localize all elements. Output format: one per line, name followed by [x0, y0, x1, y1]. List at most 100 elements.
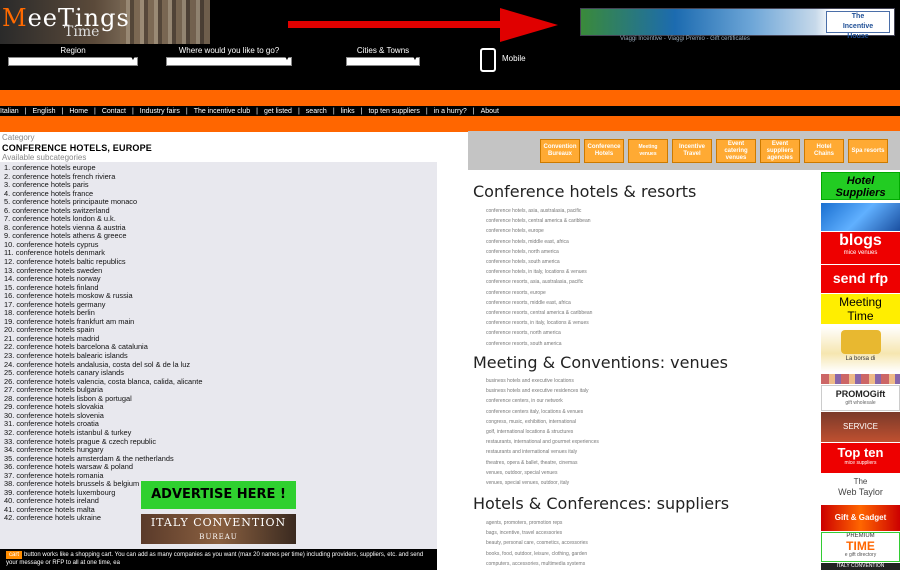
nav-link-about[interactable]: About: [481, 108, 499, 115]
service-ad[interactable]: SERVICE: [821, 412, 900, 442]
page: MeeTings Time The Incentive House Viaggi…: [0, 0, 900, 570]
directory-link[interactable]: conference hotels, central america & car…: [486, 216, 592, 226]
directory-link[interactable]: conference centers italy, locations & ve…: [486, 407, 599, 417]
blogs-ad[interactable]: blogs mice venues: [821, 232, 900, 264]
category-button-event-suppliers-agencies[interactable]: Event suppliers agencies: [760, 139, 800, 163]
incentive-house-banner[interactable]: The Incentive House: [580, 8, 895, 40]
nav-separator: |: [425, 107, 428, 115]
directory-link[interactable]: books, food, outdoor, leisure, clothing,…: [486, 549, 588, 559]
category-button-meeting-venues[interactable]: Meeting venues: [628, 139, 668, 163]
directory-link[interactable]: conference resorts, north america: [486, 328, 592, 338]
category-button-incentive-travel[interactable]: Incentive Travel: [672, 139, 712, 163]
orange-divider-top: [0, 90, 900, 106]
nav-separator: |: [131, 107, 134, 115]
directory-link[interactable]: conference hotels, south america: [486, 257, 592, 267]
nav-separator: |: [360, 107, 363, 115]
category-button-spa-resorts[interactable]: Spa resorts: [848, 139, 888, 163]
send-rfp-ad[interactable]: send rfp: [821, 265, 900, 293]
nav-separator: |: [94, 107, 96, 115]
briefcase-icon: [840, 330, 881, 354]
directory-link[interactable]: restaurants and international venues ita…: [486, 447, 599, 457]
directory-link[interactable]: computers, accessories, multimedia syste…: [486, 559, 588, 569]
mobile-phone-icon[interactable]: [480, 48, 496, 72]
site-header: MeeTings Time The Incentive House Viaggi…: [0, 0, 900, 90]
red-arrow-icon: [288, 8, 558, 42]
nav-link-home[interactable]: Home: [69, 108, 88, 115]
globe-ad[interactable]: [821, 203, 900, 231]
nav-link-the-incentive-club[interactable]: The incentive club: [194, 108, 250, 115]
category-button-conference-hotels[interactable]: Conference Hotels: [584, 139, 624, 163]
category-button-convention-bureaux[interactable]: Convention Bureaux: [540, 139, 580, 163]
directory-link[interactable]: beauty, personal care, cosmetics, access…: [486, 538, 588, 548]
directory-link[interactable]: conference hotels, europe: [486, 226, 592, 236]
directory-link[interactable]: congress, music, exhibition, internation…: [486, 417, 599, 427]
destination-label: Where would you like to go?: [178, 46, 280, 55]
mobile-link[interactable]: Mobile: [502, 54, 526, 63]
nav-link-industry-fairs[interactable]: Industry fairs: [140, 108, 180, 115]
directory-link[interactable]: golf, international locations & structur…: [486, 427, 599, 437]
directory-link[interactable]: conference hotels, middle east, africa: [486, 237, 592, 247]
cities-select[interactable]: [346, 56, 420, 66]
la-borsa-ad[interactable]: La borsa di: [821, 326, 900, 372]
directory-link[interactable]: conference hotels, north america: [486, 247, 592, 257]
nav-separator: |: [332, 107, 335, 115]
italy-convention-ad[interactable]: ITALY CONVENTION: [821, 563, 900, 570]
suppliers-links: agents, promoters, promotion reps bags, i…: [486, 518, 588, 569]
region-select[interactable]: [8, 56, 138, 66]
section-title-meeting-venues: Meeting & Conventions: venues: [473, 353, 728, 372]
main-nav: Italian | English | Home | Contact | Industry fa…: [0, 106, 900, 116]
section-title-conference-hotels: Conference hotels & resorts: [473, 182, 697, 201]
directory-link[interactable]: conference resorts, central america & ca…: [486, 308, 592, 318]
directory-link[interactable]: conference resorts, in italy, locations …: [486, 318, 592, 328]
meeting-venues-links: business hotels and executive locations b…: [486, 376, 599, 488]
directory-link[interactable]: conference resorts, asia, australasia, p…: [486, 277, 592, 287]
ad-column: Hotel Suppliers blogs mice venues send r…: [821, 172, 900, 570]
nav-link-get-listed[interactable]: get listed: [264, 108, 292, 115]
meetings-time-logo[interactable]: MeeTings Time: [0, 0, 210, 44]
nav-link-italian[interactable]: Italian: [0, 108, 19, 115]
directory-link[interactable]: business hotels and executive residences…: [486, 386, 599, 396]
category-button-event-catering-venues[interactable]: Event catering venues: [716, 139, 756, 163]
strip-ad[interactable]: [821, 374, 900, 384]
directory-link[interactable]: conference centers, in our network: [486, 396, 599, 406]
nav-link-in-a-hurry[interactable]: in a hurry?: [434, 108, 467, 115]
incentive-house-logo: The Incentive House: [826, 11, 890, 40]
directory-link[interactable]: venues, outdoor, special venues: [486, 468, 599, 478]
directory-link[interactable]: venues, special venues, outdoor, italy: [486, 478, 599, 488]
meeting-time-ad[interactable]: Meeting Time: [821, 294, 900, 324]
nav-link-search[interactable]: search: [306, 108, 327, 115]
directory-link[interactable]: conference hotels, in italy, locations &…: [486, 267, 592, 277]
cart-button[interactable]: cart: [6, 551, 23, 559]
promogift-ad[interactable]: PROMOGift gift wholesale: [821, 385, 900, 411]
gift-gadget-ad[interactable]: Gift & Gadget: [821, 505, 900, 531]
directory-link[interactable]: business hotels and executive locations: [486, 376, 599, 386]
hotel-suppliers-ad[interactable]: Hotel Suppliers: [821, 172, 900, 200]
premium-time-ad[interactable]: PREMIUM TIME e gift directory: [821, 532, 900, 562]
logo-decoration: [120, 0, 210, 44]
nav-link-english[interactable]: English: [33, 108, 56, 115]
nav-separator: |: [256, 107, 258, 115]
logo-subtext: Time: [64, 24, 100, 40]
directory-link[interactable]: conference resorts, middle east, africa: [486, 298, 592, 308]
nav-separator: |: [472, 107, 475, 115]
directory-link[interactable]: bags, incentive, travel accessories: [486, 528, 588, 538]
destination-select[interactable]: [166, 56, 292, 66]
web-taylor-ad[interactable]: The Web Taylor: [821, 475, 900, 503]
nav-link-contact[interactable]: Contact: [102, 108, 126, 115]
advertise-here-banner[interactable]: ADVERTISE HERE !: [141, 481, 296, 509]
directory-link[interactable]: conference resorts, europe: [486, 288, 592, 298]
nav-separator: |: [61, 107, 64, 115]
nav-link-top-ten-suppliers[interactable]: top ten suppliers: [368, 108, 419, 115]
category-button-hotel-chains[interactable]: Hotel Chains: [804, 139, 844, 163]
directory-link[interactable]: theatres, opera & ballet, theatre, cinem…: [486, 458, 599, 468]
italy-convention-banner[interactable]: ITALY CONVENTION BUREAU: [141, 514, 296, 544]
subcategory-list: 1. conference hotels europe 2. conference…: [0, 162, 437, 523]
directory-link[interactable]: conference resorts, south america: [486, 339, 592, 349]
nav-link-links[interactable]: links: [341, 108, 355, 115]
directory-link[interactable]: agents, promoters, promotion reps: [486, 518, 588, 528]
category-buttons: Convention Bureaux Conference Hotels Meeti…: [540, 139, 888, 165]
orange-divider-bottom: [0, 116, 900, 132]
directory-link[interactable]: restaurants, international and gourmet e…: [486, 437, 599, 447]
directory-link[interactable]: conference hotels, asia, australasia, pa…: [486, 206, 592, 216]
top-ten-ad[interactable]: Top ten mice suppliers: [821, 443, 900, 473]
